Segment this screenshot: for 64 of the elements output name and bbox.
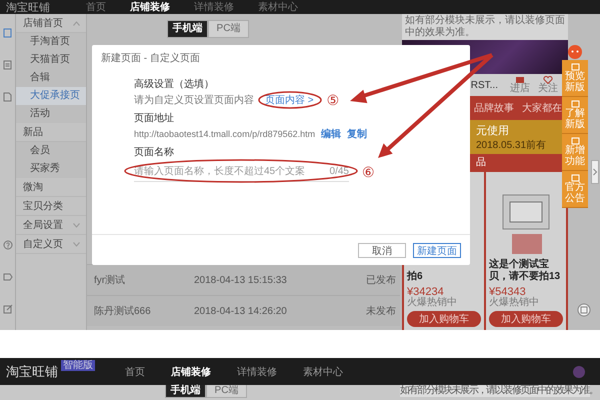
sidebar-group[interactable]: 全局设置 [16,216,86,235]
step-number: ⑤ [326,93,340,107]
field-label: 页面名称 [134,147,175,159]
sidebar-item[interactable]: 天猫首页 [16,51,86,69]
sidebar-item[interactable]: 合辑 [16,69,86,87]
add-to-cart-button[interactable]: 加入购物车 [407,311,481,327]
sidebar-item[interactable]: 手淘首页 [16,33,86,51]
sidebar-item[interactable]: 买家秀 [16,160,86,178]
logo-text: 淘宝旺铺 [5,362,58,380]
coupon-text: 元使用 [476,124,510,138]
device-tab[interactable]: PC端 [206,385,247,398]
product-title: 拍6 [407,271,424,283]
nav-item[interactable]: 详情装修 [194,0,234,14]
dialog-title: 新建页面 - 自定义页面 [100,52,201,66]
nav-item[interactable]: 素材中心 [303,364,343,378]
product-card[interactable]: 这是个测试宝贝，请不要拍13 ¥54343 火爆热销中 加入购物车 [486,172,566,330]
step-number: ⑥ [362,164,375,178]
logo-text: 淘宝旺铺 [5,0,51,14]
nav-item[interactable]: 店铺装修 [130,0,170,14]
nav-item[interactable]: 首页 [125,364,145,378]
product-note: 火爆热销中 [489,298,540,308]
coupon-date: 2018.05.31前有 [476,138,548,152]
preview-notice: 如有部分模块未展示，请以装修页面中的效果为准。 [400,385,590,397]
nav-item[interactable]: 素材中心 [258,0,298,14]
nav-item[interactable]: 详情装修 [237,364,277,378]
sidebar-group[interactable]: 宝贝分类 [16,197,86,216]
field-label: 高级设置（选填） [134,79,215,91]
page-name-cell-text: 陈丹测试666 [94,304,152,318]
sidebar-item[interactable]: 会员 [16,142,86,160]
sidebar-item[interactable]: 活动 [16,105,86,123]
shop-action[interactable]: 关注 [538,76,558,94]
hint-text: 请为自定义页设置页面内容 [134,94,254,107]
add-to-cart-button[interactable]: 加入购物车 [489,311,563,327]
product-note: 火爆热销中 [407,298,458,308]
url-action-link[interactable]: 编辑 [321,127,342,141]
page-url: http://taobaotest14.tmall.com/p/rd879562.htm [134,129,316,139]
product-price: ¥34234 [407,286,444,298]
preview-notice: 如有部分模块未展示，请以装修页面中的效果为准。 [402,14,568,40]
device-tab[interactable]: 手机端 [165,385,206,398]
time-cell-text: 2018-04-13 14:26:20 [194,306,288,316]
url-action-link[interactable]: 复制 [347,127,368,141]
dialog-button[interactable]: 新建页面 [413,242,461,258]
shop-action[interactable]: 进店 [510,76,530,94]
section-title: 品 [476,156,486,169]
nav-item[interactable]: 首页 [86,0,106,14]
page-content-link[interactable]: 页面内容 > [265,93,314,107]
sidebar-group[interactable]: 微淘 [16,178,86,197]
status-cell-text: 已发布 [365,274,397,287]
field-label: 页面地址 [134,113,175,125]
shop-name: RST... [470,80,498,90]
shop-nav-item[interactable]: 品牌故事 [474,101,514,115]
product-title: 这是个测试宝贝，请不要拍13 [489,259,562,283]
sidebar-item[interactable]: 大促承接页 [16,87,86,105]
time-cell-text: 2018-04-13 15:15:33 [194,274,288,286]
device-tab[interactable]: PC端 [208,20,249,38]
product-price: ¥54343 [489,286,526,298]
shop-nav-item[interactable]: 大家都在 [522,101,562,115]
status-cell-text: 未发布 [365,304,397,318]
device-tab[interactable]: 手机端 [167,20,208,38]
nav-item[interactable]: 店铺装修 [171,364,211,378]
dialog-button[interactable]: 取消 [358,242,406,258]
page-name-cell-text: fyr测试 [94,274,126,287]
sidebar-group[interactable]: 自定义页 [16,235,86,254]
edition-badge: 智能版 [61,360,95,371]
